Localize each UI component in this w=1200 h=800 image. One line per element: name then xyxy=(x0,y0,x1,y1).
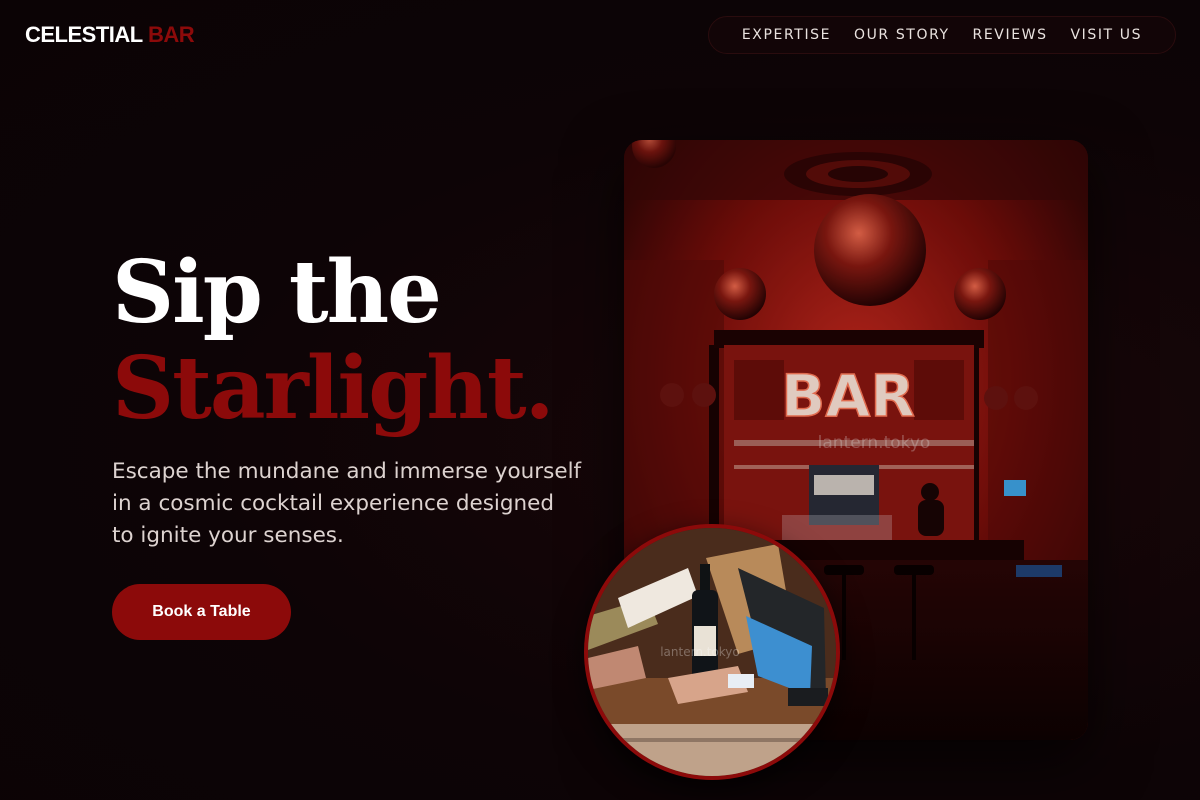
inset-photo-watermark: lantern.tokyo xyxy=(660,645,740,659)
hero-title-line-2: Starlight. xyxy=(112,338,555,439)
nav-item-expertise[interactable]: EXPERTISE xyxy=(742,27,831,43)
hero-description: Escape the mundane and immerse yourself … xyxy=(112,459,582,548)
book-table-button[interactable]: Book a Table xyxy=(112,584,291,640)
brand-accent: BAR xyxy=(147,22,195,47)
checkout-illustration: lantern.tokyo xyxy=(588,528,836,776)
page: CELESTIAL BAR EXPERTISE OUR STORY REVIEW… xyxy=(0,0,1200,800)
checkout-inset-photo: lantern.tokyo xyxy=(584,524,840,780)
nav-item-our-story[interactable]: OUR STORY xyxy=(854,27,950,43)
hero-title-line-1: Sip the xyxy=(112,242,442,343)
brand-name: CELESTIAL xyxy=(25,22,143,47)
nav-item-reviews[interactable]: REVIEWS xyxy=(973,27,1048,43)
nav-item-visit-us[interactable]: VISIT US xyxy=(1070,27,1142,43)
main-nav: EXPERTISE OUR STORY REVIEWS VISIT US xyxy=(708,16,1176,54)
brand-logo[interactable]: CELESTIAL BAR xyxy=(25,22,195,48)
